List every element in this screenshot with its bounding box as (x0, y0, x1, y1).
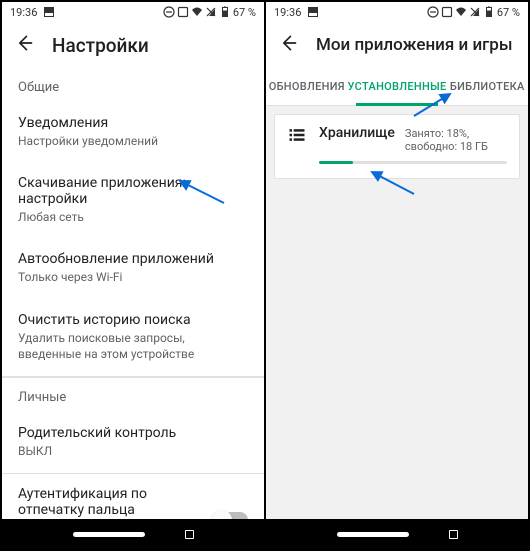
setting-clear-history[interactable]: Очистить историю поиска Удалить поисковы… (2, 300, 264, 376)
battery-text: 67 % (497, 6, 520, 19)
setting-subtitle: Любая сеть (18, 209, 248, 225)
phone-myapps: 19:36 67 % Мои приложения и игры ОБНОВЛЕ… (265, 1, 529, 550)
back-icon[interactable] (14, 33, 34, 57)
back-icon[interactable] (278, 33, 298, 57)
setting-title: Скачивание приложения: настройки (18, 175, 248, 207)
storage-list-icon (287, 125, 307, 149)
screenshot-icon (43, 6, 55, 18)
wifi-icon (455, 6, 467, 18)
setting-title: Уведомления (18, 115, 248, 131)
setting-parental[interactable]: Родительский контроль ВЫКЛ (2, 413, 264, 473)
wifi-icon (191, 6, 203, 18)
status-bar: 19:36 67 % (266, 2, 528, 22)
setting-title: Очистить историю поиска (18, 312, 248, 328)
toolbar-myapps: Мои приложения и игры (266, 22, 528, 68)
nav-bar (2, 519, 264, 549)
battery-icon (219, 6, 231, 18)
setting-subtitle: Только через Wi-Fi (18, 269, 248, 285)
battery-icon (483, 6, 495, 18)
no-signal-icon (469, 6, 481, 18)
nfc-icon (177, 6, 189, 18)
nav-home-pill[interactable] (73, 532, 145, 537)
setting-subtitle: ВЫКЛ (18, 443, 248, 459)
apps-body[interactable]: Хранилище Занято: 18%, свободно: 18 ГБ (266, 106, 528, 519)
dnd-icon (163, 6, 175, 18)
status-bar: 19:36 67 % (2, 2, 264, 22)
phone-settings: 19:36 67 % Настройки Общие Уведомления Н… (1, 1, 265, 550)
setting-notifications[interactable]: Уведомления Настройки уведомлений (2, 103, 264, 163)
setting-auto-update[interactable]: Автообновление приложений Только через W… (2, 239, 264, 299)
page-title: Мои приложения и игры (316, 35, 513, 55)
nfc-icon (441, 6, 453, 18)
setting-subtitle: Удалить поисковые запросы, введенные на … (18, 330, 248, 362)
settings-scroll[interactable]: Общие Уведомления Настройки уведомлений … (2, 68, 264, 519)
battery-text: 67 % (233, 6, 256, 19)
setting-title: Родительский контроль (18, 425, 248, 441)
nav-home-pill[interactable] (337, 532, 409, 537)
no-signal-icon (205, 6, 217, 18)
section-personal: Личные (2, 377, 264, 413)
section-general: Общие (2, 68, 264, 103)
storage-card[interactable]: Хранилище Занято: 18%, свободно: 18 ГБ (274, 114, 520, 179)
storage-progress-fill (319, 161, 353, 164)
screenshot-icon (307, 6, 319, 18)
setting-download-prefs[interactable]: Скачивание приложения: настройки Любая с… (2, 163, 264, 239)
tabs: ОБНОВЛЕНИЯ УСТАНОВЛЕННЫЕ БИБЛИОТЕКА (266, 68, 528, 106)
nav-recent-icon[interactable] (185, 530, 194, 539)
status-time: 19:36 (10, 6, 37, 19)
setting-title: Аутентификация по отпечатку пальца (18, 486, 208, 518)
tab-library[interactable]: БИБЛИОТЕКА (446, 68, 528, 105)
toolbar-settings: Настройки (2, 22, 264, 68)
storage-progress (319, 161, 507, 164)
tab-installed[interactable]: УСТАНОВЛЕННЫЕ (348, 68, 447, 105)
setting-subtitle: Настройки уведомлений (18, 133, 248, 149)
toggle-switch[interactable] (214, 512, 248, 519)
setting-fingerprint-auth[interactable]: Аутентификация по отпечатку пальца Для п… (2, 474, 264, 519)
nav-recent-icon[interactable] (449, 530, 458, 539)
page-title: Настройки (52, 34, 149, 57)
nav-bar (266, 519, 528, 549)
status-time: 19:36 (274, 6, 301, 19)
storage-stats: Занято: 18%, свободно: 18 ГБ (405, 127, 507, 153)
dnd-icon (427, 6, 439, 18)
setting-title: Автообновление приложений (18, 251, 248, 267)
tab-updates[interactable]: ОБНОВЛЕНИЯ (266, 68, 348, 105)
storage-title: Хранилище (319, 125, 395, 141)
